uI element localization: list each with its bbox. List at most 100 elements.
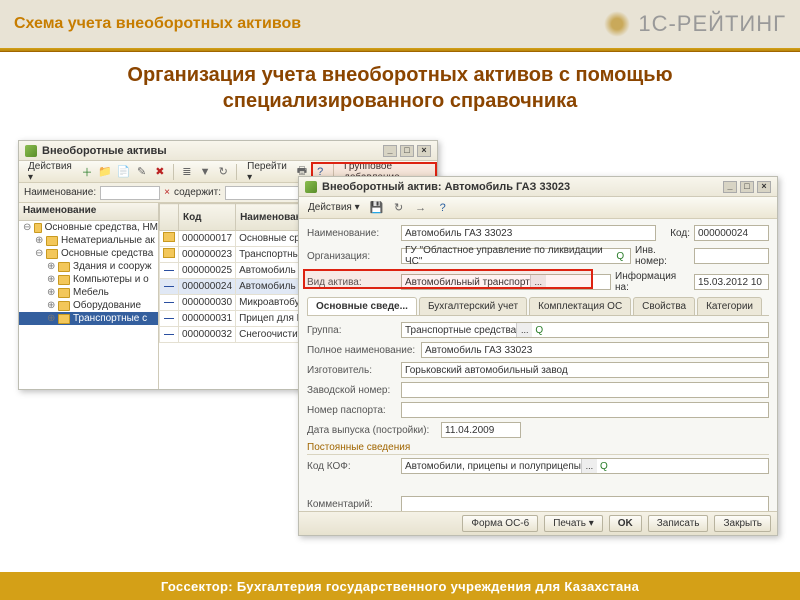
lookup-icon[interactable]: Q	[614, 251, 627, 262]
refresh-icon[interactable]: ↻	[390, 199, 408, 217]
tree-header: Наименование	[19, 203, 158, 221]
tree-item[interactable]: ⊕Нематериальные ак	[19, 234, 158, 247]
actions-menu[interactable]: Действия ▾	[304, 202, 364, 213]
filter-contains-input[interactable]	[225, 186, 305, 200]
slide-header-left: Схема учета внеоборотных активов	[14, 15, 301, 33]
w2-form: Наименование: Автомобиль ГАЗ 33023 Код: …	[299, 219, 777, 522]
tree-panel: Наименование ⊖Основные средства, НМ⊕Нема…	[19, 203, 159, 389]
hierarchy-icon[interactable]: ≣	[180, 163, 194, 181]
input-maker[interactable]: Горьковский автомобильный завод	[401, 362, 769, 378]
lbl-fullname: Полное наименование:	[307, 345, 417, 356]
input-kof[interactable]: Автомобили, прицепы и полуприцепы...Q	[401, 458, 769, 474]
lbl-org: Организация:	[307, 251, 397, 262]
canvas: Внеоборотные активы _ □ × Действия ▾ ＋ 📁…	[18, 140, 782, 540]
form-os6-button[interactable]: Форма ОС-6	[462, 515, 538, 532]
input-comment[interactable]	[401, 496, 769, 512]
lbl-comment: Комментарий:	[307, 499, 397, 510]
ok-button[interactable]: OK	[609, 515, 642, 532]
tab[interactable]: Комплектация ОС	[529, 297, 631, 315]
lookup-icon[interactable]: Q	[597, 461, 611, 472]
input-info-date[interactable]: 15.03.2012 10	[694, 274, 769, 290]
input-inv[interactable]	[694, 248, 769, 264]
w2-title: Внеоборотный актив: Автомобиль ГАЗ 33023	[322, 181, 570, 193]
close-button[interactable]: Закрыть	[714, 515, 771, 532]
input-date[interactable]: 11.04.2009	[441, 422, 521, 438]
filter-icon[interactable]: ▼	[198, 163, 212, 181]
filter-contains-label: содержит:	[174, 187, 221, 198]
close-button[interactable]: ×	[417, 145, 431, 157]
minimize-button[interactable]: _	[723, 181, 737, 193]
section-const: Постоянные сведения	[307, 442, 769, 455]
lbl-name: Наименование:	[307, 228, 397, 239]
lbl-type: Вид актива:	[307, 277, 397, 288]
tab[interactable]: Основные сведе...	[307, 297, 417, 315]
maximize-button[interactable]: □	[400, 145, 414, 157]
tree-item[interactable]: ⊖Основные средства, НМ	[19, 221, 158, 234]
maximize-button[interactable]: □	[740, 181, 754, 193]
input-group[interactable]: Транспортные средства...Q	[401, 322, 769, 338]
input-org[interactable]: ГУ "Областное управление по ликвидации Ч…	[401, 248, 631, 264]
dropdown-icon[interactable]: ...	[581, 459, 597, 473]
input-passno[interactable]	[401, 402, 769, 418]
tab[interactable]: Категории	[697, 297, 762, 315]
slide-footer: Госсектор: Бухгалтерия государственного …	[0, 572, 800, 600]
delete-icon[interactable]: ✖	[153, 163, 167, 181]
input-code[interactable]: 000000024	[694, 225, 769, 241]
actions-menu[interactable]: Действия ▾	[24, 161, 76, 183]
input-fullname[interactable]: Автомобиль ГАЗ 33023	[421, 342, 769, 358]
w1-window-buttons: _ □ ×	[383, 145, 431, 157]
grid-header[interactable]	[160, 204, 179, 231]
w1-titlebar[interactable]: Внеоборотные активы _ □ ×	[19, 141, 437, 161]
lbl-factno: Заводской номер:	[307, 385, 397, 396]
clear-icon[interactable]: ×	[164, 187, 170, 198]
slide-title: Организация учета внеоборотных активов с…	[0, 52, 800, 128]
lbl-group: Группа:	[307, 325, 397, 336]
tab[interactable]: Свойства	[633, 297, 695, 315]
filter-name-input[interactable]	[100, 186, 160, 200]
w1-title: Внеоборотные активы	[42, 145, 167, 157]
add-icon[interactable]: ＋	[80, 163, 94, 181]
tree-item[interactable]: ⊕Транспортные с	[19, 312, 158, 325]
input-type[interactable]: Автомобильный транспорт...	[401, 274, 611, 290]
tree-item[interactable]: ⊖Основные средства	[19, 247, 158, 260]
minimize-button[interactable]: _	[383, 145, 397, 157]
w2-toolbar: Действия ▾ 💾 ↻ → ?	[299, 197, 777, 219]
input-name[interactable]: Автомобиль ГАЗ 33023	[401, 225, 656, 241]
app-icon	[25, 145, 37, 157]
tree-item[interactable]: ⊕Компьютеры и о	[19, 273, 158, 286]
tabstrip: Основные сведе...Бухгалтерский учетКомпл…	[307, 297, 769, 316]
refresh-icon[interactable]: ↻	[216, 163, 230, 181]
tree[interactable]: ⊖Основные средства, НМ⊕Нематериальные ак…	[19, 221, 158, 325]
lbl-kof: Код КОФ:	[307, 461, 397, 472]
lbl-inv: Инв. номер:	[635, 245, 690, 267]
slide-header-right: 1С-РЕЙТИНГ	[604, 11, 786, 37]
goto-menu[interactable]: Перейти ▾	[243, 161, 291, 183]
close-button[interactable]: ×	[757, 181, 771, 193]
copy-icon[interactable]: 📄	[116, 163, 130, 181]
lbl-info: Информация на:	[615, 271, 690, 293]
filter-name-label: Наименование:	[24, 187, 96, 198]
tree-item[interactable]: ⊕Мебель	[19, 286, 158, 299]
goto-icon[interactable]: →	[412, 199, 430, 217]
save-button[interactable]: Записать	[648, 515, 709, 532]
window-asset-card: Внеоборотный актив: Автомобиль ГАЗ 33023…	[298, 176, 778, 536]
add-folder-icon[interactable]: 📁	[98, 163, 112, 181]
tree-item[interactable]: ⊕Здания и сооруж	[19, 260, 158, 273]
edit-icon[interactable]: ✎	[134, 163, 148, 181]
dropdown-icon[interactable]: ...	[516, 323, 532, 337]
save-icon[interactable]: 💾	[368, 199, 386, 217]
input-factno[interactable]	[401, 382, 769, 398]
dropdown-icon[interactable]: ...	[530, 275, 546, 289]
tree-item[interactable]: ⊕Оборудование	[19, 299, 158, 312]
print-button[interactable]: Печать ▾	[544, 515, 603, 532]
help-icon[interactable]: ?	[434, 199, 452, 217]
lbl-code: Код:	[660, 228, 690, 239]
lbl-date: Дата выпуска (постройки):	[307, 425, 437, 436]
lbl-passno: Номер паспорта:	[307, 405, 397, 416]
w2-titlebar[interactable]: Внеоборотный актив: Автомобиль ГАЗ 33023…	[299, 177, 777, 197]
lookup-icon[interactable]: Q	[532, 325, 546, 336]
app-icon	[305, 181, 317, 193]
brand-text: 1С-РЕЙТИНГ	[638, 11, 786, 37]
grid-header[interactable]: Код	[179, 204, 236, 231]
tab[interactable]: Бухгалтерский учет	[419, 297, 527, 315]
